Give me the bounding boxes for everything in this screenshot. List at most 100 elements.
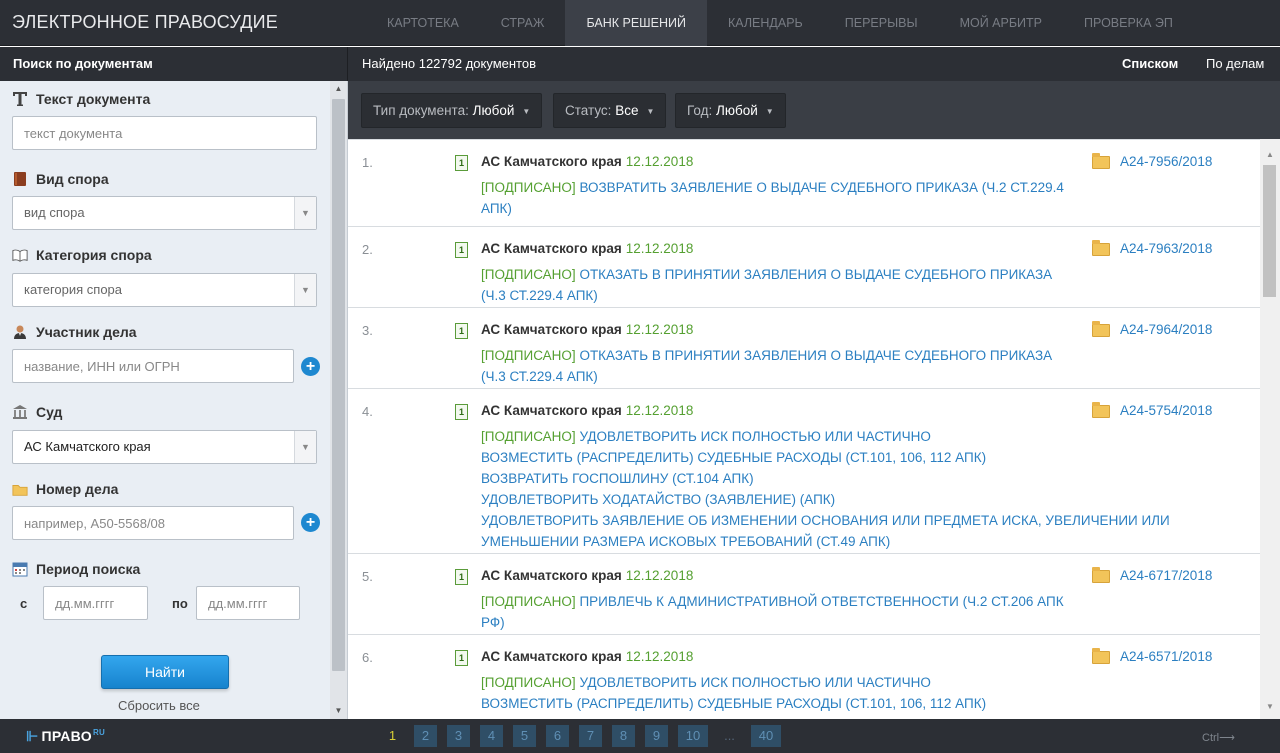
document-icon[interactable]: 1 xyxy=(455,650,468,666)
court-label: Суд xyxy=(12,404,62,420)
dispute-category-select[interactable]: категория спора ▼ xyxy=(12,273,317,307)
result-date: 12.12.2018 xyxy=(625,403,694,418)
result-description[interactable]: [ПОДПИСАНО] УДОВЛЕТВОРИТЬ ИСК ПОЛНОСТЬЮ … xyxy=(481,672,1241,714)
open-book-icon xyxy=(12,247,28,263)
page-4[interactable]: 4 xyxy=(480,725,503,747)
page-2[interactable]: 2 xyxy=(414,725,437,747)
results-scrollbar[interactable]: ▲ ▼ xyxy=(1260,139,1280,719)
add-case-number-button[interactable]: + xyxy=(301,513,320,532)
result-row: 1. 1 АС Камчатского края 12.12.2018 [ПОДП… xyxy=(348,140,1260,227)
document-icon[interactable]: 1 xyxy=(455,569,468,585)
page-6[interactable]: 6 xyxy=(546,725,569,747)
result-date: 12.12.2018 xyxy=(625,322,694,337)
page-3[interactable]: 3 xyxy=(447,725,470,747)
search-panel: Текст документа Вид спора вид спора ▼ Ка… xyxy=(0,81,348,719)
chevron-down-icon: ▼ xyxy=(294,197,316,229)
case-folder-icon xyxy=(1092,321,1110,337)
result-description[interactable]: [ПОДПИСАНО] УДОВЛЕТВОРИТЬ ИСК ПОЛНОСТЬЮ … xyxy=(481,426,1241,552)
case-number-link[interactable]: А24-6571/2018 xyxy=(1120,649,1212,664)
page-9[interactable]: 9 xyxy=(645,725,668,747)
period-label: Период поиска xyxy=(12,561,140,577)
view-by-cases-toggle[interactable]: По делам xyxy=(1206,47,1264,81)
page-7[interactable]: 7 xyxy=(579,725,602,747)
participant-label: Участник дела xyxy=(12,324,137,340)
top-bar: ЭЛЕКТРОННОЕ ПРАВОСУДИЕ КАРТОТЕКА СТРАЖ Б… xyxy=(0,0,1280,46)
case-number-input[interactable] xyxy=(12,506,294,540)
result-court: АС Камчатского края 12.12.2018 xyxy=(481,322,694,337)
nav-calendar[interactable]: КАЛЕНДАРЬ xyxy=(707,0,824,46)
add-participant-button[interactable]: + xyxy=(301,357,320,376)
nav-bank-resheniy[interactable]: БАНК РЕШЕНИЙ xyxy=(565,0,707,46)
nav-strazh[interactable]: СТРАЖ xyxy=(480,0,566,46)
caret-down-icon: ▼ xyxy=(522,107,531,116)
case-number-link[interactable]: А24-7956/2018 xyxy=(1120,154,1212,169)
folder-icon xyxy=(12,481,28,497)
participant-input[interactable] xyxy=(12,349,294,383)
search-panel-title: Поиск по документам xyxy=(0,47,348,81)
scroll-up-icon[interactable]: ▲ xyxy=(330,81,347,97)
result-description[interactable]: [ПОДПИСАНО] ОТКАЗАТЬ В ПРИНЯТИИ ЗАЯВЛЕНИ… xyxy=(481,264,1091,306)
nav-breaks[interactable]: ПЕРЕРЫВЫ xyxy=(824,0,939,46)
result-description[interactable]: [ПОДПИСАНО] ВОЗВРАТИТЬ ЗАЯВЛЕНИЕ О ВЫДАЧ… xyxy=(481,177,1091,219)
period-to-input[interactable] xyxy=(196,586,300,620)
scroll-down-icon[interactable]: ▼ xyxy=(330,703,347,719)
page-5[interactable]: 5 xyxy=(513,725,536,747)
result-row: 3. 1 АС Камчатского края 12.12.2018 [ПОДП… xyxy=(348,308,1260,389)
scrollbar-thumb[interactable] xyxy=(1263,165,1276,297)
result-description[interactable]: [ПОДПИСАНО] ОТКАЗАТЬ В ПРИНЯТИИ ЗАЯВЛЕНИ… xyxy=(481,345,1091,387)
case-number-link[interactable]: А24-5754/2018 xyxy=(1120,403,1212,418)
nav-check-ep[interactable]: ПРОВЕРКА ЭП xyxy=(1063,0,1194,46)
site-brand[interactable]: ЭЛЕКТРОННОЕ ПРАВОСУДИЕ xyxy=(12,12,278,33)
result-court: АС Камчатского края 12.12.2018 xyxy=(481,649,694,664)
search-panel-scrollbar[interactable]: ▲ ▼ xyxy=(330,81,347,719)
case-folder-icon xyxy=(1092,648,1110,664)
view-list-toggle[interactable]: Списком xyxy=(1122,47,1178,81)
result-court: АС Камчатского края 12.12.2018 xyxy=(481,241,694,256)
text-input[interactable] xyxy=(12,116,317,150)
pravo-mark-icon: ⊩ xyxy=(26,728,39,744)
page-8[interactable]: 8 xyxy=(612,725,635,747)
page-40[interactable]: 40 xyxy=(751,725,781,747)
nav-my-arbitr[interactable]: МОЙ АРБИТР xyxy=(939,0,1063,46)
nav-kartoteka[interactable]: КАРТОТЕКА xyxy=(366,0,480,46)
chevron-down-icon: ▼ xyxy=(294,431,316,463)
ctrl-hint: Ctrl⟶ xyxy=(1202,732,1235,744)
case-number-label: Номер дела xyxy=(12,481,118,497)
result-date: 12.12.2018 xyxy=(625,241,694,256)
scroll-down-icon[interactable]: ▼ xyxy=(1260,699,1280,715)
find-button[interactable]: Найти xyxy=(101,655,229,689)
pravo-logo[interactable]: ⊩ ПРАВОRU xyxy=(26,728,105,745)
person-icon xyxy=(12,324,28,340)
document-icon[interactable]: 1 xyxy=(455,155,468,171)
courthouse-icon xyxy=(12,404,28,420)
result-date: 12.12.2018 xyxy=(625,568,694,583)
filter-year[interactable]: Год: Любой ▼ xyxy=(675,93,786,128)
page-10[interactable]: 10 xyxy=(678,725,708,747)
filter-document-type[interactable]: Тип документа: Любой ▼ xyxy=(361,93,543,128)
case-number-link[interactable]: А24-7963/2018 xyxy=(1120,241,1212,256)
document-icon[interactable]: 1 xyxy=(455,242,468,258)
case-number-link[interactable]: А24-7964/2018 xyxy=(1120,322,1212,337)
case-number-link[interactable]: А24-6717/2018 xyxy=(1120,568,1212,583)
scrollbar-thumb[interactable] xyxy=(332,99,345,671)
scroll-up-icon[interactable]: ▲ xyxy=(1260,147,1280,163)
found-count: Найдено 122792 документов xyxy=(362,56,537,71)
case-folder-icon xyxy=(1092,240,1110,256)
main-nav: КАРТОТЕКА СТРАЖ БАНК РЕШЕНИЙ КАЛЕНДАРЬ П… xyxy=(366,0,1194,46)
bottom-bar: ⊩ ПРАВОRU 1 2 3 4 5 6 7 8 9 10 ... 40 Ctr… xyxy=(0,719,1280,753)
dispute-type-select[interactable]: вид спора ▼ xyxy=(12,196,317,230)
filter-bar: Тип документа: Любой ▼ Статус: Все ▼ Год: … xyxy=(348,81,1280,139)
court-select[interactable]: АС Камчатского края ▼ xyxy=(12,430,317,464)
document-icon[interactable]: 1 xyxy=(455,404,468,420)
page-1[interactable]: 1 xyxy=(381,725,404,747)
dispute-type-label: Вид спора xyxy=(12,171,109,187)
filter-status[interactable]: Статус: Все ▼ xyxy=(553,93,667,128)
result-description[interactable]: [ПОДПИСАНО] ПРИВЛЕЧЬ К АДМИНИСТРАТИВНОЙ … xyxy=(481,591,1091,633)
reset-all-link[interactable]: Сбросить все xyxy=(118,698,200,713)
result-date: 12.12.2018 xyxy=(625,154,694,169)
case-folder-icon xyxy=(1092,402,1110,418)
case-folder-icon xyxy=(1092,153,1110,169)
period-from-input[interactable] xyxy=(43,586,148,620)
document-icon[interactable]: 1 xyxy=(455,323,468,339)
case-folder-icon xyxy=(1092,567,1110,583)
